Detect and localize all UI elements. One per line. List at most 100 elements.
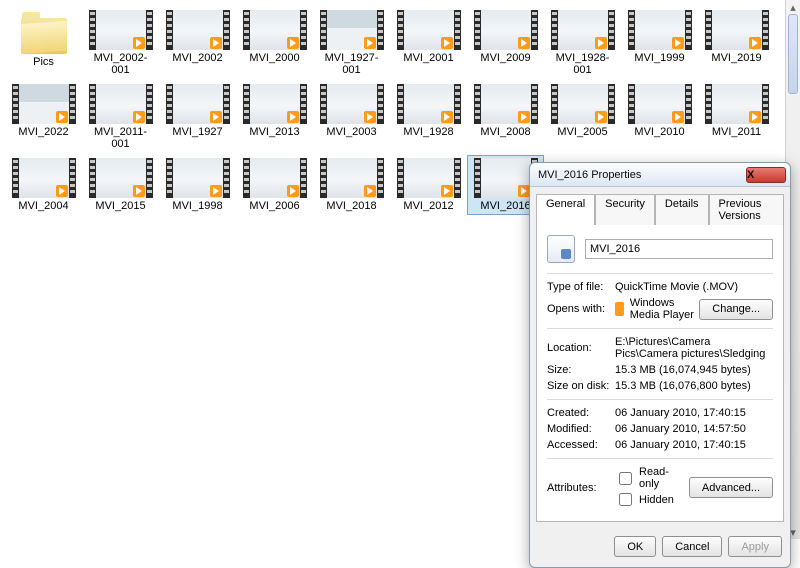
label-size: Size:: [547, 364, 615, 376]
video-label: MVI_2001: [403, 52, 453, 64]
video-item[interactable]: MVI_2008: [468, 82, 543, 152]
video-label: MVI_2004: [18, 200, 68, 212]
video-label: MVI_2013: [249, 126, 299, 138]
filename-input[interactable]: [585, 239, 773, 259]
play-overlay-icon: [364, 37, 376, 49]
close-icon: X: [747, 169, 785, 181]
video-item[interactable]: MVI_2006: [237, 156, 312, 214]
folder-label: Pics: [33, 56, 54, 68]
video-thumbnail: [320, 84, 384, 124]
video-item[interactable]: MVI_2001: [391, 8, 466, 78]
video-item[interactable]: MVI_2011: [699, 82, 774, 152]
checkbox-hidden-input[interactable]: [619, 493, 632, 506]
play-overlay-icon: [364, 111, 376, 123]
video-label: MVI_2005: [557, 126, 607, 138]
video-thumbnail: [474, 84, 538, 124]
video-item[interactable]: MVI_1999: [622, 8, 697, 78]
video-item[interactable]: MVI_2003: [314, 82, 389, 152]
video-label: MVI_1927: [172, 126, 222, 138]
tab-security[interactable]: Security: [595, 194, 655, 225]
video-label: MVI_2010: [634, 126, 684, 138]
change-button[interactable]: Change...: [699, 299, 773, 320]
video-thumbnail: [320, 10, 384, 50]
checkbox-hidden[interactable]: Hidden: [615, 490, 674, 509]
dialog-button-row: OK Cancel Apply: [530, 528, 790, 567]
video-item[interactable]: MVI_2018: [314, 156, 389, 214]
video-item[interactable]: MVI_2010: [622, 82, 697, 152]
video-label: MVI_2011: [712, 126, 761, 138]
value-location: E:\Pictures\Camera Pics\Camera pictures\…: [615, 336, 773, 360]
video-item[interactable]: MVI_2000: [237, 8, 312, 78]
close-button[interactable]: X: [746, 167, 786, 183]
video-label: MVI_1998: [172, 200, 222, 212]
folder-icon: [20, 10, 68, 54]
folder-item[interactable]: Pics: [6, 8, 81, 78]
value-opens: Windows Media Player: [630, 297, 700, 321]
video-label: MVI_2018: [326, 200, 376, 212]
video-thumbnail: [243, 84, 307, 124]
video-item[interactable]: MVI_1927-001: [314, 8, 389, 78]
video-label: MVI_2016: [480, 200, 530, 212]
video-item[interactable]: MVI_2002: [160, 8, 235, 78]
checkbox-readonly[interactable]: Read-only: [615, 466, 675, 490]
label-type: Type of file:: [547, 281, 615, 293]
play-overlay-icon: [595, 111, 607, 123]
advanced-button[interactable]: Advanced...: [689, 477, 773, 498]
play-overlay-icon: [749, 37, 761, 49]
tab-details[interactable]: Details: [655, 194, 709, 225]
play-overlay-icon: [287, 37, 299, 49]
video-item[interactable]: MVI_2013: [237, 82, 312, 152]
play-overlay-icon: [749, 111, 761, 123]
video-item[interactable]: MVI_2012: [391, 156, 466, 214]
video-thumbnail: [12, 158, 76, 198]
video-label: MVI_2006: [249, 200, 299, 212]
video-label: MVI_1999: [634, 52, 684, 64]
value-type: QuickTime Movie (.MOV): [615, 281, 773, 293]
wmp-icon: [615, 302, 624, 316]
video-item[interactable]: MVI_2019: [699, 8, 774, 78]
video-item[interactable]: MVI_1928: [391, 82, 466, 152]
play-overlay-icon: [441, 111, 453, 123]
video-item[interactable]: MVI_1927: [160, 82, 235, 152]
video-item[interactable]: MVI_2015: [83, 156, 158, 214]
label-location: Location:: [547, 342, 615, 354]
ok-button[interactable]: OK: [614, 536, 656, 557]
cancel-button[interactable]: Cancel: [662, 536, 722, 557]
play-overlay-icon: [210, 111, 222, 123]
video-label: MVI_2015: [95, 200, 145, 212]
value-size: 15.3 MB (16,074,945 bytes): [615, 364, 773, 376]
video-label: MVI_1928-001: [547, 52, 618, 76]
tab-strip: General Security Details Previous Versio…: [530, 187, 790, 224]
play-overlay-icon: [518, 37, 530, 49]
play-overlay-icon: [287, 111, 299, 123]
video-item[interactable]: MVI_1928-001: [545, 8, 620, 78]
apply-button[interactable]: Apply: [728, 536, 782, 557]
scroll-up-icon[interactable]: ▴: [786, 0, 800, 14]
dialog-titlebar[interactable]: MVI_2016 Properties X: [530, 163, 790, 187]
video-item[interactable]: MVI_2022: [6, 82, 81, 152]
video-thumbnail: [551, 10, 615, 50]
video-label: MVI_2002-001: [85, 52, 156, 76]
play-overlay-icon: [133, 185, 145, 197]
video-item[interactable]: MVI_2005: [545, 82, 620, 152]
video-thumbnail: [628, 84, 692, 124]
video-thumbnail: [397, 84, 461, 124]
label-accessed: Accessed:: [547, 439, 615, 451]
video-item[interactable]: MVI_2009: [468, 8, 543, 78]
tab-previous-versions[interactable]: Previous Versions: [709, 194, 784, 225]
label-attributes: Attributes:: [547, 482, 615, 494]
label-disk: Size on disk:: [547, 380, 615, 392]
checkbox-readonly-input[interactable]: [619, 472, 632, 485]
video-thumbnail: [166, 158, 230, 198]
video-item[interactable]: MVI_2004: [6, 156, 81, 214]
scroll-thumb[interactable]: [788, 14, 798, 94]
tab-general[interactable]: General: [536, 194, 595, 225]
video-label: MVI_2019: [711, 52, 761, 64]
video-label: MVI_2008: [480, 126, 530, 138]
video-item[interactable]: MVI_1998: [160, 156, 235, 214]
play-overlay-icon: [133, 37, 145, 49]
play-overlay-icon: [210, 185, 222, 197]
video-thumbnail: [243, 158, 307, 198]
video-item[interactable]: MVI_2011-001: [83, 82, 158, 152]
video-item[interactable]: MVI_2002-001: [83, 8, 158, 78]
